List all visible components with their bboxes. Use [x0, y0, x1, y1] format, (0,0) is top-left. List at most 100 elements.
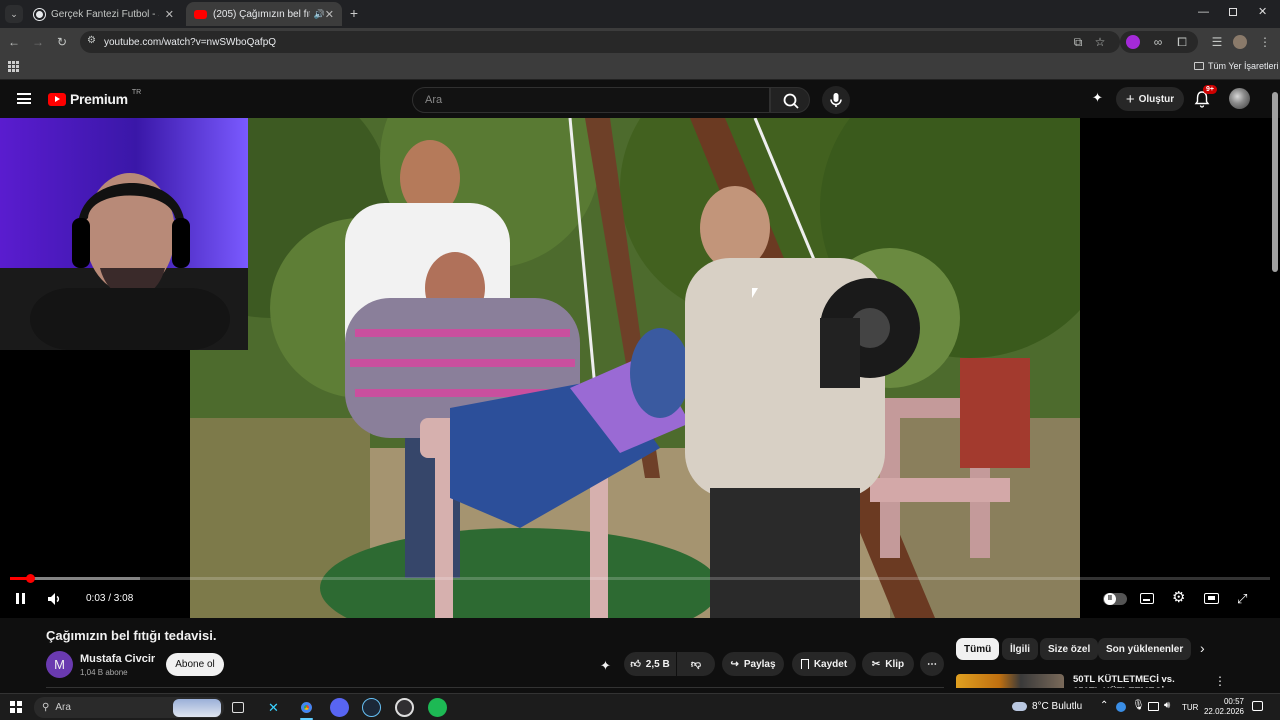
reload-icon[interactable]: ↻ — [54, 34, 70, 50]
apps-grid-icon[interactable] — [8, 61, 19, 72]
chip-for-you[interactable]: Size özel — [1040, 638, 1099, 660]
reading-list-icon[interactable]: ☰ — [1209, 34, 1225, 50]
search-button[interactable] — [770, 87, 810, 113]
subscribe-button[interactable]: Abone ol — [166, 653, 224, 676]
settings-button[interactable]: ⚙ — [1172, 588, 1185, 606]
tray-microphone-icon[interactable]: 🎙︎ — [1132, 700, 1145, 711]
sparkle-icon: ✦ — [600, 658, 611, 673]
taskbar-clock[interactable]: 00:57 22.02.2026 — [1202, 697, 1244, 717]
hamburger-menu-icon[interactable] — [17, 93, 31, 104]
address-bar[interactable]: ⚙ youtube.com/watch?v=nwSWboQafpQ — [80, 31, 1120, 53]
like-button[interactable]: 👍︎ 2,5 B — [624, 652, 676, 676]
logo-text: Premium — [70, 91, 128, 107]
tray-chevron-up-icon[interactable]: ⌃ — [1100, 700, 1108, 711]
spotify-app-icon[interactable] — [428, 698, 447, 717]
sidebar-video-menu-icon[interactable]: ⋮ — [1214, 674, 1226, 688]
chrome-app-icon[interactable] — [297, 698, 316, 717]
microphone-icon — [830, 93, 842, 107]
volume-icon — [48, 593, 60, 605]
tray-language[interactable]: TUR — [1182, 703, 1198, 712]
volume-button[interactable] — [47, 592, 63, 606]
youtube-logo[interactable]: Premium TR — [48, 89, 141, 107]
fullscreen-button[interactable]: ⤢ — [1237, 591, 1247, 607]
weather-text: 8°C Bulutlu — [1032, 701, 1083, 712]
site-info-icon[interactable]: ⚙ — [87, 35, 96, 46]
subscriber-count: 1,04 B abone — [80, 668, 128, 677]
sidebar-video-thumbnail[interactable] — [956, 674, 1064, 688]
notification-center-icon[interactable] — [1252, 701, 1263, 711]
close-window-button[interactable]: ✕ — [1258, 5, 1267, 18]
browser-tab-sorare[interactable]: Gerçek Fantezi Futbol - Sorare I ✕ — [26, 2, 182, 26]
create-button[interactable]: + Oluştur — [1116, 87, 1184, 111]
video-frame[interactable] — [190, 118, 1080, 618]
extensions-puzzle-icon[interactable]: ⧠ — [1174, 34, 1190, 50]
create-label: Oluştur — [1138, 93, 1175, 105]
subtitles-button[interactable] — [1140, 593, 1154, 604]
tray-network-icon[interactable] — [1148, 702, 1159, 711]
voice-search-button[interactable] — [822, 86, 850, 114]
task-view-icon[interactable] — [232, 702, 244, 713]
clip-label: Klip — [885, 658, 905, 670]
ask-ai-button[interactable]: ✦ — [600, 658, 611, 674]
back-icon[interactable]: ← — [6, 34, 22, 50]
thumbs-down-icon: 👎︎ — [690, 659, 702, 670]
autoplay-toggle[interactable]: II — [1103, 593, 1127, 605]
pause-icon — [16, 593, 19, 604]
close-icon[interactable]: ✕ — [165, 8, 174, 21]
search-input[interactable]: Ara — [412, 87, 770, 113]
progress-scrubber-handle[interactable] — [26, 574, 35, 583]
more-actions-button[interactable]: ⋯ — [920, 652, 944, 676]
restore-button[interactable] — [1229, 8, 1237, 16]
more-horizontal-icon: ⋯ — [927, 658, 937, 670]
share-button[interactable]: ↪ Paylaş — [722, 652, 784, 676]
minimize-button[interactable]: — — [1198, 6, 1210, 18]
all-bookmarks-button[interactable]: Tüm Yer İşaretleri — [1194, 61, 1279, 71]
chip-related[interactable]: İlgili — [1002, 638, 1038, 660]
tab-search-button[interactable]: ⌄ — [5, 5, 23, 23]
page-scrollbar[interactable] — [1272, 92, 1278, 272]
extension-glasses-icon[interactable]: ∞ — [1150, 34, 1166, 50]
steam-app-icon[interactable] — [362, 698, 381, 717]
bookmark-star-icon[interactable]: ☆ — [1092, 34, 1108, 50]
obs-app-icon[interactable] — [395, 698, 414, 717]
sidebar-video-title[interactable]: 50TL KÜTLETMECİ vs. 650TL KÜTLETMECİ — [1073, 674, 1203, 688]
search-icon — [783, 93, 799, 109]
account-avatar[interactable] — [1229, 88, 1250, 109]
weather-widget[interactable]: 8°C Bulutlu — [1012, 701, 1082, 712]
discord-app-icon[interactable] — [330, 698, 349, 717]
chip-all[interactable]: Tümü — [956, 638, 1000, 660]
clip-button[interactable]: ✂ Klip — [862, 652, 914, 676]
speaker-icon[interactable]: 🔊 — [314, 9, 325, 20]
menu-kebab-icon[interactable]: ⋮ — [1257, 34, 1273, 50]
new-tab-button[interactable]: + — [346, 5, 362, 21]
miniplayer-button[interactable] — [1204, 593, 1219, 604]
extension-purple-icon[interactable] — [1126, 35, 1140, 49]
mouse-cursor-icon — [752, 288, 758, 298]
search-icon: ⚲ — [42, 702, 50, 713]
video-player[interactable]: 0:03 / 3:08 II ⚙ ⤢ — [0, 118, 1280, 618]
pause-button[interactable] — [14, 592, 28, 606]
time-display: 0:03 / 3:08 — [86, 593, 134, 604]
chips-next-button[interactable]: › — [1200, 640, 1205, 656]
notifications-button[interactable]: 9+ — [1194, 85, 1217, 108]
app-feather-icon[interactable]: ✕ — [264, 698, 283, 717]
profile-avatar-icon[interactable] — [1233, 35, 1247, 49]
gemini-sparkle-icon[interactable]: ✦ — [1092, 90, 1108, 106]
chip-recently-uploaded[interactable]: Son yüklenenler — [1098, 638, 1192, 660]
share-label: Paylaş — [743, 658, 776, 670]
browser-tab-youtube[interactable]: (205) Çağımızın bel fıtığı te 🔊 ✕ — [186, 2, 342, 26]
save-button[interactable]: Kaydet — [792, 652, 856, 676]
channel-name[interactable]: Mustafa Civcir — [80, 653, 155, 665]
forward-icon[interactable]: → — [30, 34, 46, 50]
taskbar-search[interactable]: ⚲ Ara — [34, 697, 224, 718]
tray-volume-icon[interactable]: 🔊︎ — [1164, 700, 1170, 711]
channel-avatar[interactable]: M — [46, 651, 73, 678]
tray-app-icon[interactable] — [1116, 702, 1126, 712]
close-icon[interactable]: ✕ — [325, 8, 334, 21]
install-app-icon[interactable]: ⧉ — [1070, 34, 1086, 50]
windows-start-icon[interactable] — [10, 701, 22, 713]
progress-bar-track[interactable] — [10, 577, 1270, 580]
search-highlight-image — [173, 698, 221, 717]
dislike-button[interactable]: 👎︎ — [677, 652, 715, 676]
chip-label: İlgili — [1010, 643, 1030, 655]
